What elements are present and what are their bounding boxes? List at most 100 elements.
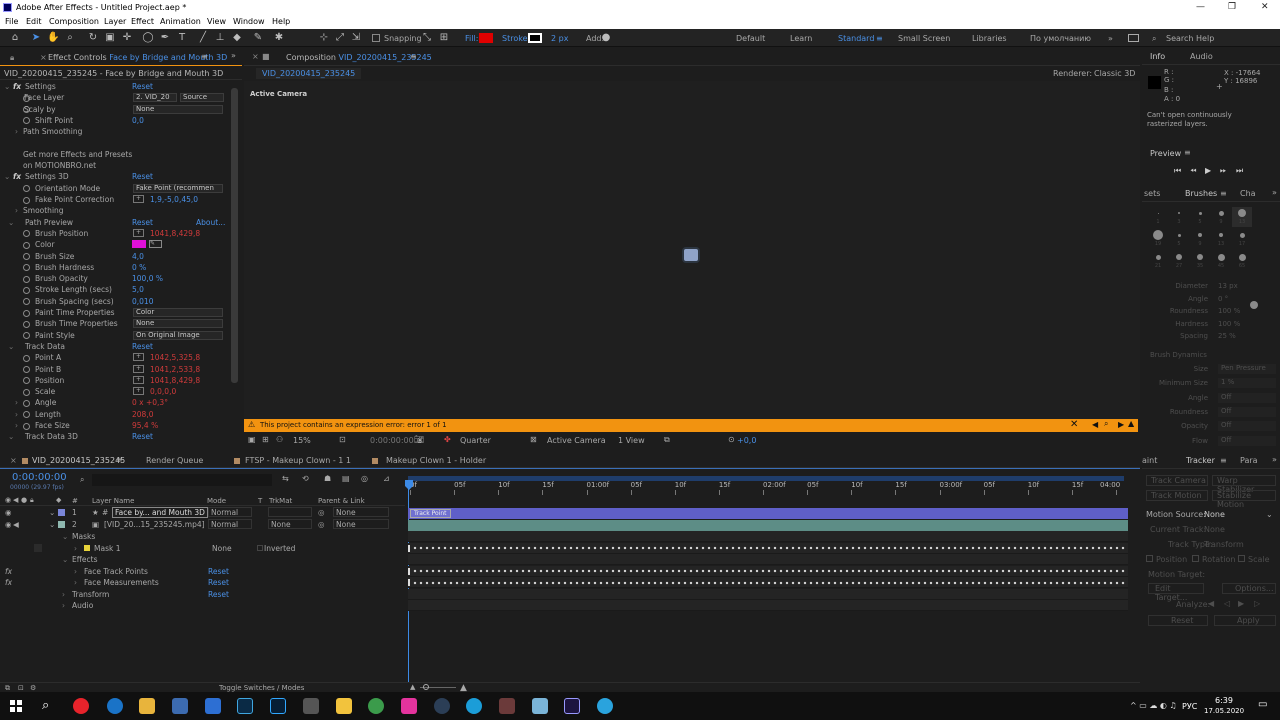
point-value[interactable]: 1041,8,429,8 (150, 229, 200, 238)
pen-tool-icon[interactable]: ✒ (159, 32, 171, 44)
effect-row[interactable]: Stroke Length (secs) 5,0 (0, 284, 228, 295)
effect-row[interactable]: Brush Time Properties None (0, 318, 228, 329)
reset-link[interactable]: Reset (132, 172, 153, 181)
home-icon[interactable]: ⌂ (9, 32, 21, 44)
brushes-more-icon[interactable]: » (1272, 188, 1277, 197)
numeric-value[interactable]: 0,010 (132, 297, 153, 306)
effect-row[interactable]: Point A+1049,4,322,5 (0, 443, 228, 444)
analyze-forward-icon[interactable]: ▷ (1254, 599, 1260, 608)
minimize-icon[interactable]: — (1196, 2, 1205, 12)
puppet-tool-icon[interactable]: ✱ (273, 32, 285, 44)
menu-window[interactable]: Window (233, 17, 265, 26)
region-icon[interactable]: ⊡ (339, 435, 346, 444)
dynamics-dropdown[interactable]: 1 % (1218, 378, 1276, 389)
notes-icon[interactable] (336, 698, 352, 714)
tracker-more-icon[interactable]: » (1272, 455, 1277, 464)
current-time[interactable]: 0:00:00:00 (370, 436, 414, 445)
numeric-value[interactable]: 0 x +0,3° (132, 398, 168, 407)
pan-behind-icon[interactable]: ✛ (121, 32, 133, 44)
brush-tip[interactable]: 1 (1148, 207, 1168, 227)
dynamics-dropdown[interactable]: Off (1218, 435, 1276, 446)
effect-row[interactable]: Position +1041,8,429,8 (0, 375, 228, 386)
calculator-icon[interactable] (303, 698, 319, 714)
view-layout-dropdown[interactable]: 1 View (618, 436, 645, 445)
renderer-value[interactable]: Classic 3D (1094, 69, 1135, 78)
keyframe-dots[interactable] (412, 546, 1126, 550)
brush-tip[interactable]: 45 (1211, 251, 1231, 271)
frame-blending-icon[interactable]: ▤ (342, 474, 350, 483)
effect-row[interactable]: ⌄ Track Data 3D Reset (0, 431, 228, 442)
brush-setting-value[interactable]: 13 px (1218, 282, 1238, 290)
effect-dropdown[interactable]: 2. VID_20 (133, 93, 177, 103)
effect-row[interactable]: Fake Point Correction +1,9,-5,0,45,0 (0, 194, 228, 205)
snap-grid-icon[interactable]: ⊞ (438, 32, 450, 44)
camera-view-dropdown[interactable]: Active Camera (547, 436, 606, 445)
menu-file[interactable]: File (5, 17, 18, 26)
menu-help[interactable]: Help (272, 17, 290, 26)
brush-setting-value[interactable]: 100 % (1218, 307, 1240, 315)
point-crosshair-icon[interactable]: + (133, 195, 144, 203)
steam-icon[interactable] (434, 698, 450, 714)
local-axis-icon[interactable]: ⊹ (318, 32, 330, 44)
paint-tab[interactable]: aint (1142, 456, 1157, 465)
position-checkbox[interactable] (1146, 555, 1153, 562)
effect-row[interactable]: Brush Hardness 0 % (0, 262, 228, 273)
dynamics-dropdown[interactable]: Off (1218, 421, 1276, 432)
effect-row[interactable]: › Path Smoothing (0, 126, 228, 137)
reset-tracker-button[interactable]: Reset (1148, 615, 1208, 626)
exposure-value[interactable]: +0,0 (737, 436, 756, 445)
effect-dropdown[interactable]: On Original Image (133, 330, 223, 340)
holder-tab[interactable]: Makeup Clown 1 - Holder (386, 456, 486, 465)
close-icon[interactable]: ✕ (1261, 2, 1269, 12)
after-effects-icon[interactable] (564, 698, 580, 714)
effect-row[interactable]: Face Layer 2. VID_20 Source (0, 92, 228, 103)
edge-icon[interactable] (107, 698, 123, 714)
error-search-icon[interactable]: ⌕ (1104, 419, 1108, 429)
effect-row[interactable]: Brush Size 4,0 (0, 251, 228, 262)
last-frame-icon[interactable]: ⏭ (1236, 166, 1243, 176)
dynamics-dropdown[interactable]: Pen Pressure (1218, 364, 1276, 374)
effect-row[interactable]: Get more Effects and Presets (0, 149, 228, 160)
media-app-icon[interactable] (499, 698, 515, 714)
brush-tip-grid[interactable]: 1 3 5 9 13 19 5 9 13 17 21 27 35 45 65 (1148, 207, 1256, 275)
analyze-back-frame-icon[interactable]: ◁ (1224, 599, 1230, 608)
tracker-menu-icon[interactable]: ≡ (1220, 456, 1227, 465)
snapping-checkbox[interactable] (372, 34, 380, 42)
effect-dropdown[interactable]: Color (133, 308, 223, 317)
point-crosshair-icon[interactable]: + (133, 375, 144, 384)
menu-animation[interactable]: Animation (160, 17, 201, 26)
menu-layer[interactable]: Layer (104, 17, 126, 26)
effect-row[interactable]: Scale +0,0,0,0 (0, 386, 228, 397)
snap-icon[interactable]: ⤡ (421, 32, 433, 44)
collapse-error-icon[interactable]: ▲ (1128, 419, 1134, 428)
edit-target-button[interactable]: Edit Target... (1148, 583, 1204, 602)
brush-tip[interactable]: 9 (1190, 229, 1210, 249)
brush-tip[interactable]: 19 (1148, 229, 1168, 249)
browser-icon[interactable] (466, 698, 482, 714)
keyframe-begin-marker[interactable] (408, 544, 410, 552)
panel-menu-icon[interactable]: ≡ (201, 52, 208, 61)
warp-stabilizer-button[interactable]: Warp Stabilizer (1212, 475, 1276, 494)
workspace-libraries[interactable]: Libraries (972, 34, 1007, 43)
keyframe-dots[interactable] (412, 569, 1126, 573)
effect-dropdown[interactable]: None (133, 319, 223, 329)
transfer-controls-icon[interactable]: ⚙ (30, 684, 36, 692)
effect-row[interactable]: on MOTIONBRO.net (0, 160, 228, 171)
effect-row[interactable]: ⌄ Path Preview Reset About... (0, 217, 228, 228)
maximize-icon[interactable]: ❐ (1228, 2, 1236, 12)
workspace-small-screen[interactable]: Small Screen (898, 34, 950, 43)
av-audio-icon[interactable]: ◀ (13, 496, 18, 504)
workspace-russian-default[interactable]: По умолчанию (1030, 34, 1091, 43)
track-type-dropdown[interactable]: Transform (1204, 540, 1244, 549)
presets-tab[interactable]: sets (1144, 189, 1160, 198)
expression-error-bar[interactable]: ⚠ This project contains an expression er… (244, 419, 1138, 432)
effect-row[interactable]: Scaly by None (0, 104, 228, 115)
point-value[interactable]: 1042,5,325,8 (150, 353, 200, 362)
explorer-icon[interactable] (139, 698, 155, 714)
toggle-switches-modes[interactable]: Toggle Switches / Modes (219, 684, 304, 692)
ftsp-tab[interactable]: FTSP - Makeup Clown - 1 1 (245, 456, 351, 465)
numeric-value[interactable]: 5,0 (132, 285, 144, 294)
lightroom-icon[interactable] (237, 698, 253, 714)
brush-tip[interactable]: 5 (1169, 229, 1189, 249)
workspace-default[interactable]: Default (736, 34, 765, 43)
